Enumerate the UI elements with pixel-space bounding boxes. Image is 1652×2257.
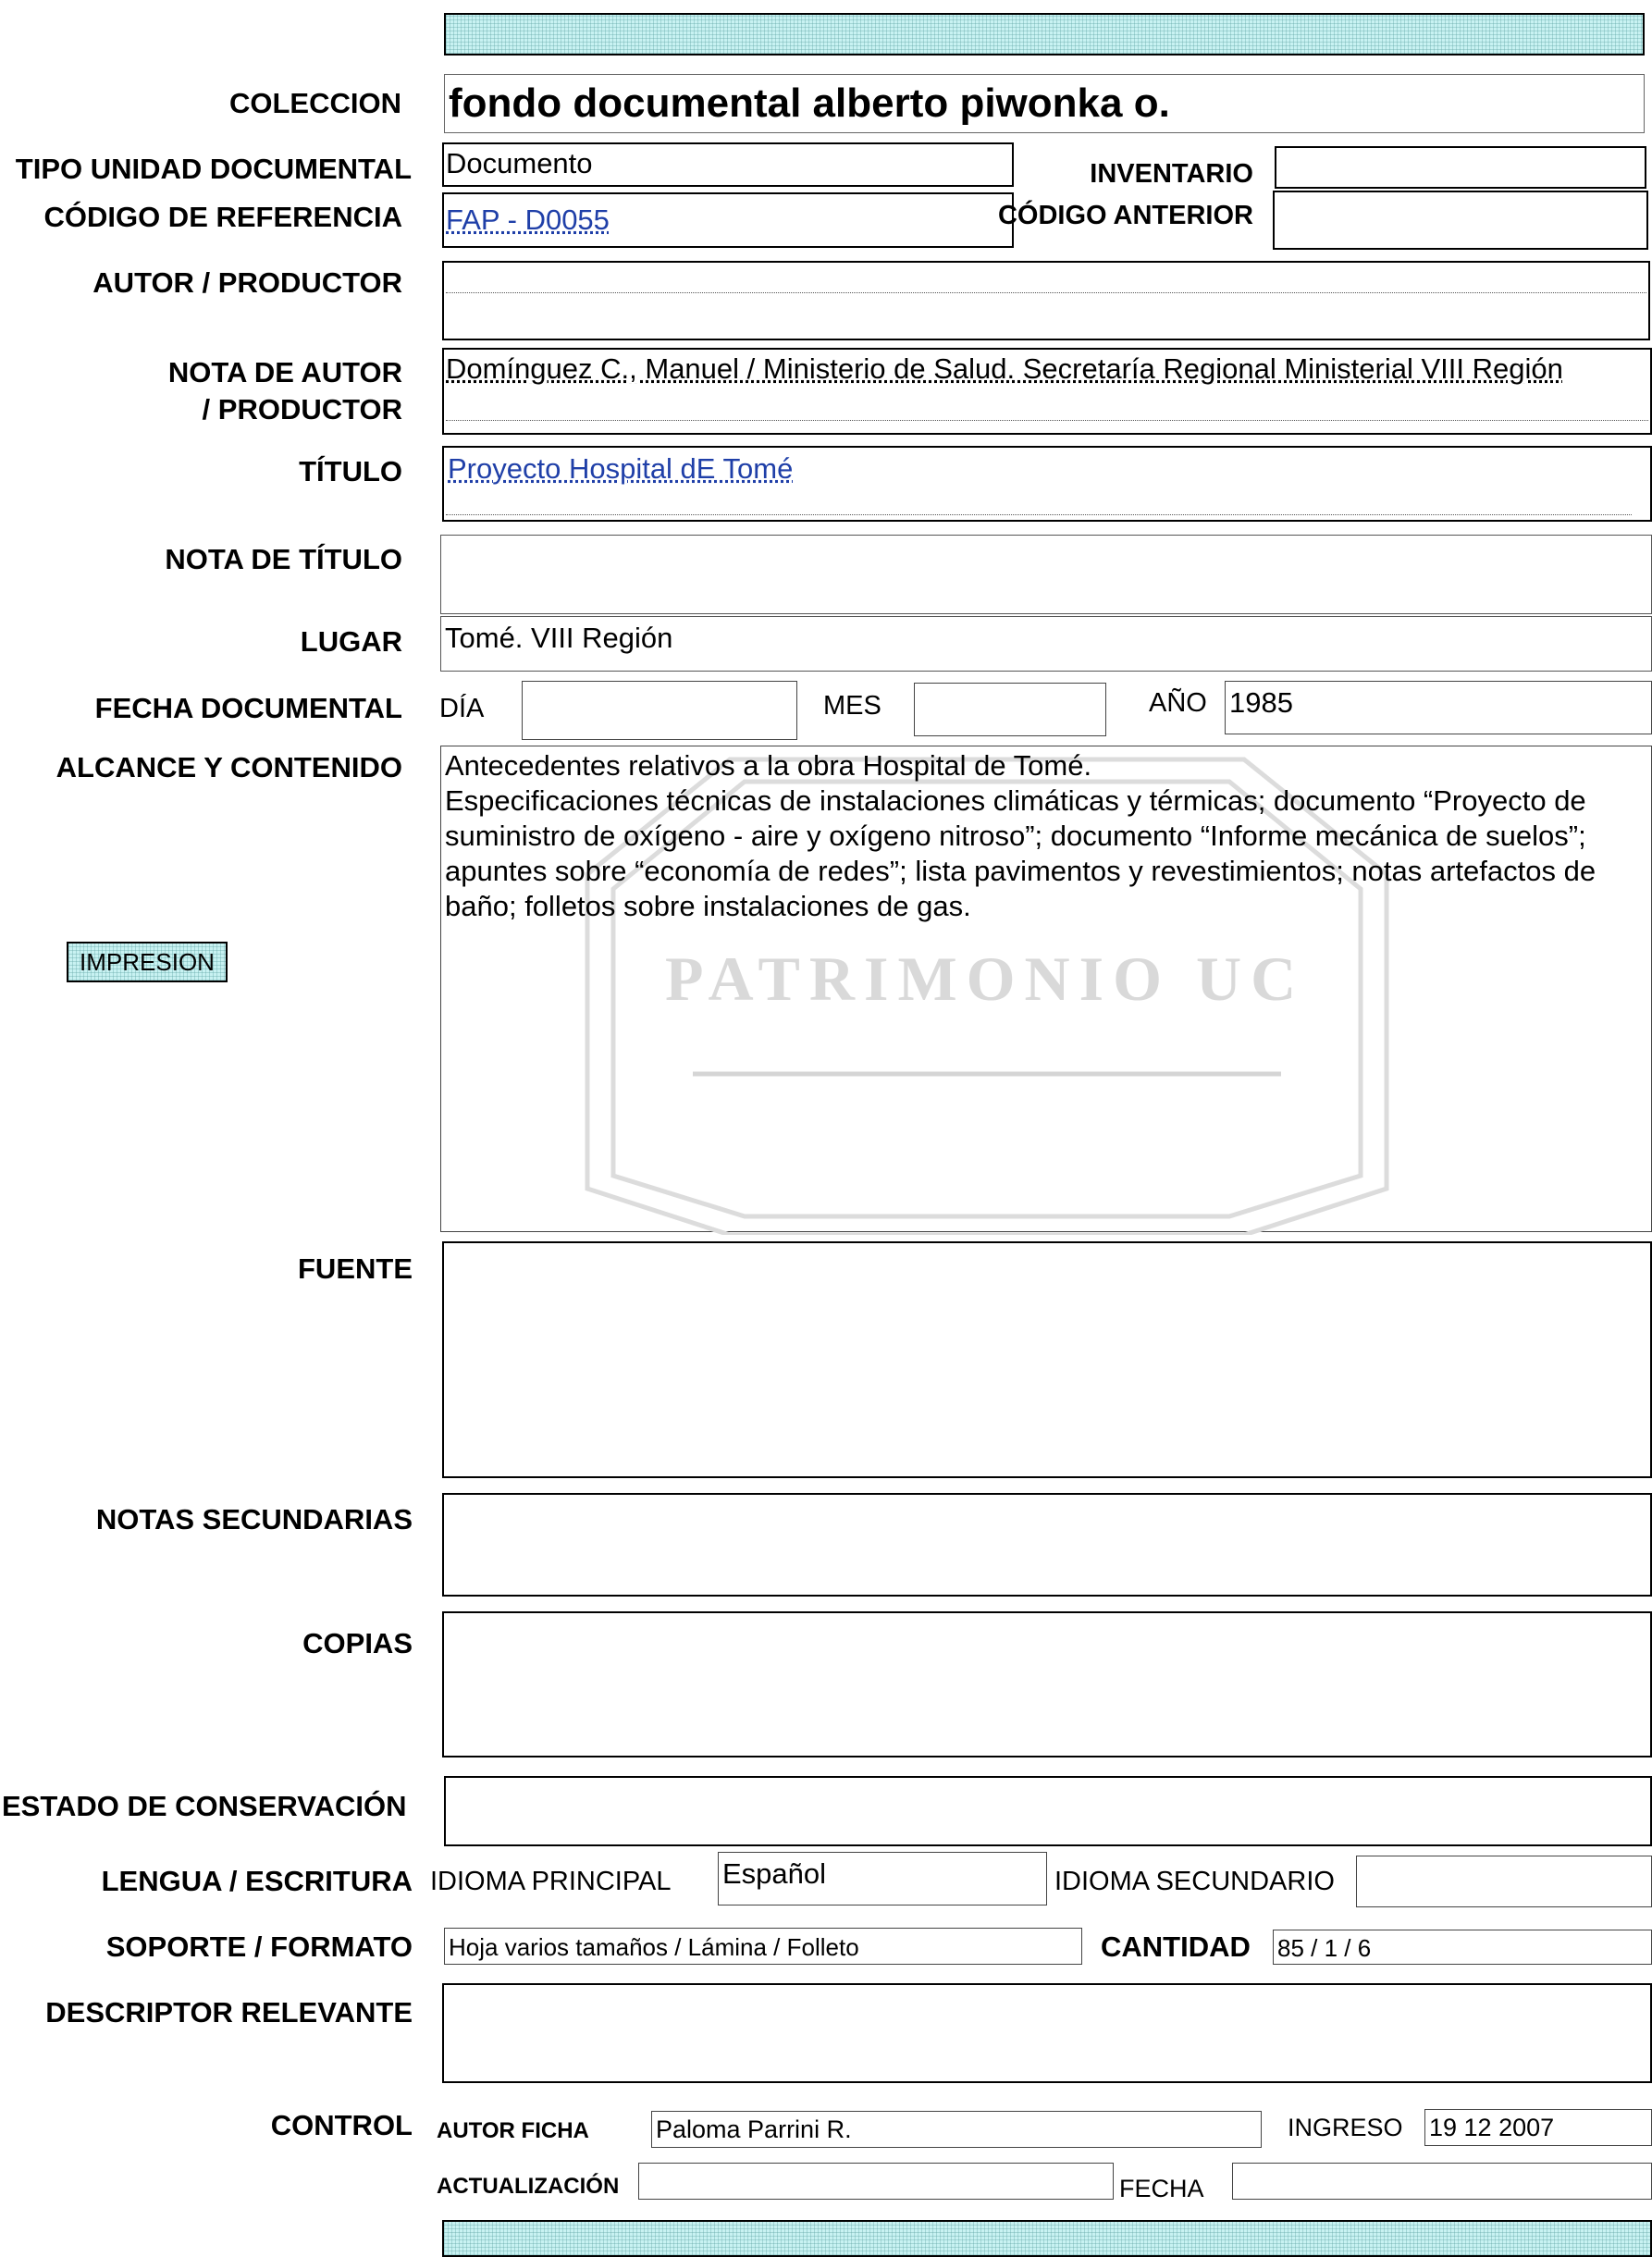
autor-ficha-label: AUTOR FICHA [437,2118,589,2143]
notas-secundarias-field[interactable] [442,1493,1652,1597]
autor-productor-field[interactable] [442,261,1650,340]
ingreso-field[interactable]: 19 12 2007 [1424,2109,1652,2146]
nota-autor-field[interactable]: Domínguez C., Manuel / Ministerio de Sal… [442,348,1652,435]
fuente-field[interactable] [442,1241,1652,1478]
idioma-principal-label: IDIOMA PRINCIPAL [430,1867,672,1896]
autor-ficha-field[interactable]: Paloma Parrini R. [651,2111,1262,2148]
codigo-anterior-field[interactable] [1273,191,1648,250]
copias-label: COPIAS [302,1627,413,1659]
watermark-text: PATRIMONIO UC [665,944,1306,1014]
header-band [444,13,1645,56]
tipo-unidad-value: Documento [446,147,593,179]
ingreso-label: INGRESO [1288,2114,1403,2141]
notas-secundarias-label: NOTAS SECUNDARIAS [95,1503,413,1536]
codigo-referencia-field[interactable]: FAP - D0055 [442,192,1014,248]
descriptor-label: DESCRIPTOR RELEVANTE [45,1996,413,2029]
ingreso-value: 19 12 2007 [1429,2114,1555,2141]
mes-field[interactable] [914,683,1106,736]
fecha-label: FECHA [1119,2175,1204,2202]
nota-autor-label-2: / PRODUCTOR [202,393,402,426]
anio-value: 1985 [1229,686,1293,719]
cantidad-field[interactable]: 85 / 1 / 6 [1273,1930,1652,1965]
tipo-unidad-label: TIPO UNIDAD DOCUMENTAL [15,153,412,185]
lugar-field[interactable]: Tomé. VIII Región [440,616,1652,672]
lugar-label: LUGAR [300,625,402,658]
lugar-value: Tomé. VIII Región [445,622,673,654]
alcance-line-5: baño; folletos sobre instalaciones de ga… [445,890,971,922]
alcance-field[interactable]: PATRIMONIO UC Antecedentes relativos a l… [440,746,1652,1238]
estado-conservacion-label: ESTADO DE CONSERVACIÓN [2,1790,407,1822]
dia-label: DÍA [439,694,485,723]
dotted-rule [446,420,1648,421]
descriptor-field[interactable] [442,1983,1652,2083]
dotted-rule [446,514,1632,515]
titulo-label: TÍTULO [299,455,402,487]
anio-field[interactable]: 1985 [1225,681,1652,734]
actualizacion-field[interactable] [638,2163,1114,2200]
idioma-secundario-field[interactable] [1356,1856,1652,1907]
autor-ficha-value: Paloma Parrini R. [656,2115,852,2143]
alcance-label: ALCANCE Y CONTENIDO [55,751,402,783]
copias-field[interactable] [442,1611,1652,1758]
fuente-label: FUENTE [298,1252,413,1285]
nota-autor-value: Domínguez C., Manuel / Ministerio de Sal… [446,352,1563,385]
dia-field[interactable] [522,681,797,740]
cantidad-value: 85 / 1 / 6 [1277,1934,1372,1962]
cantidad-label: CANTIDAD [1101,1930,1251,1963]
codigo-anterior-label: CÓDIGO ANTERIOR [997,201,1253,230]
nota-titulo-field[interactable] [440,535,1652,614]
soporte-field[interactable]: Hoja varios tamaños / Lámina / Folleto [444,1928,1082,1965]
nota-autor-label-1: NOTA DE AUTOR [167,356,402,388]
anio-label: AÑO [1149,688,1207,718]
tipo-unidad-field[interactable]: Documento [442,142,1014,187]
coleccion-label: COLECCION [229,87,401,119]
alcance-line-4: apuntes sobre “economía de redes”; lista… [445,855,1597,887]
fecha-field[interactable] [1232,2163,1652,2200]
control-label: CONTROL [270,2109,413,2141]
idioma-secundario-label: IDIOMA SECUNDARIO [1054,1867,1335,1896]
autor-productor-label: AUTOR / PRODUCTOR [92,266,402,299]
footer-band [442,2220,1652,2257]
titulo-field[interactable]: Proyecto Hospital dE Tomé [442,446,1652,522]
nota-titulo-label: NOTA DE TÍTULO [165,543,402,575]
inventario-label: INVENTARIO [1090,159,1253,189]
soporte-value: Hoja varios tamaños / Lámina / Folleto [449,1933,859,1961]
titulo-value[interactable]: Proyecto Hospital dE Tomé [448,451,793,487]
impresion-button-label: IMPRESION [80,948,215,976]
lengua-label: LENGUA / ESCRITURA [101,1865,413,1897]
alcance-line-1: Antecedentes relativos a la obra Hospita… [445,749,1092,782]
mes-label: MES [823,691,881,721]
coleccion-value: fondo documental alberto piwonka o. [449,80,1170,126]
soporte-label: SOPORTE / FORMATO [105,1930,413,1963]
alcance-line-2: Especificaciones técnicas de instalacion… [445,784,1586,817]
alcance-line-3: suministro de oxígeno - aire y oxígeno n… [445,820,1586,852]
codigo-referencia-value[interactable]: FAP - D0055 [446,203,610,238]
actualizacion-label: ACTUALIZACIÓN [437,2174,620,2199]
inventario-field[interactable] [1275,146,1646,189]
idioma-principal-field[interactable]: Español [718,1852,1047,1906]
dotted-rule [446,292,1646,293]
idioma-principal-value: Español [722,1857,827,1890]
impresion-button[interactable]: IMPRESION [67,942,228,982]
coleccion-field[interactable]: fondo documental alberto piwonka o. [444,74,1645,133]
fecha-documental-label: FECHA DOCUMENTAL [94,692,402,724]
estado-conservacion-field[interactable] [444,1776,1652,1846]
codigo-referencia-label: CÓDIGO DE REFERENCIA [43,201,402,233]
